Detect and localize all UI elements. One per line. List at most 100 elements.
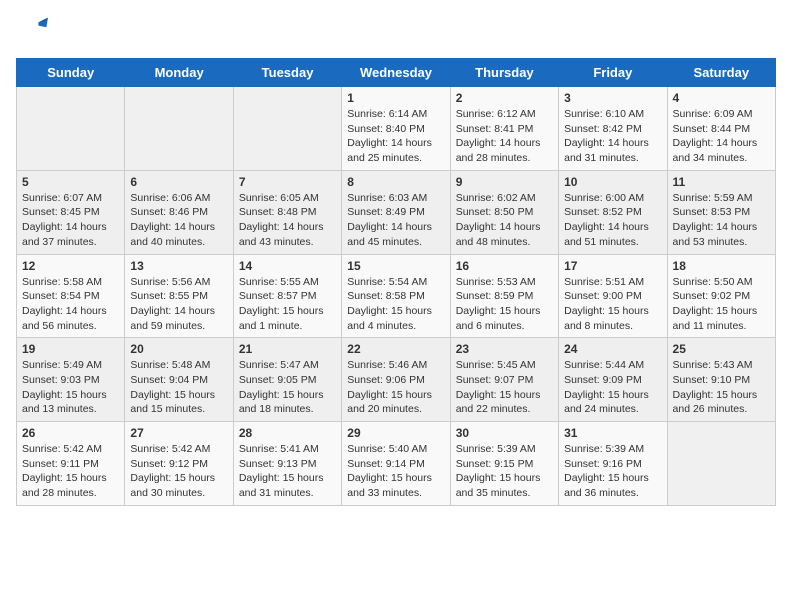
day-number: 23 (456, 342, 553, 356)
day-number: 14 (239, 259, 336, 273)
calendar-cell: 12 Sunrise: 5:58 AMSunset: 8:54 PMDayligh… (17, 254, 125, 338)
day-info: Sunrise: 5:42 AMSunset: 9:12 PMDaylight:… (130, 442, 227, 501)
calendar-week-row: 5 Sunrise: 6:07 AMSunset: 8:45 PMDaylight… (17, 170, 776, 254)
day-number: 24 (564, 342, 661, 356)
calendar-cell: 8Sunrise: 6:03 AMSunset: 8:49 PMDaylight… (342, 170, 450, 254)
day-info: Sunrise: 5:42 AMSunset: 9:11 PMDaylight:… (22, 442, 119, 501)
day-info: Sunrise: 5:39 AMSunset: 9:15 PMDaylight:… (456, 442, 553, 501)
day-info: Sunrise: 5:48 AMSunset: 9:04 PMDaylight:… (130, 358, 227, 417)
day-info: Sunrise: 6:07 AMSunset: 8:45 PMDaylight:… (22, 191, 119, 250)
day-info: Sunrise: 6:06 AMSunset: 8:46 PMDaylight:… (130, 191, 227, 250)
day-number: 22 (347, 342, 444, 356)
day-number: 29 (347, 426, 444, 440)
day-info: Sunrise: 5:44 AMSunset: 9:09 PMDaylight:… (564, 358, 661, 417)
calendar-cell: 29 Sunrise: 5:40 AMSunset: 9:14 PMDayligh… (342, 422, 450, 506)
calendar-cell: 25 Sunrise: 5:43 AMSunset: 9:10 PMDayligh… (667, 338, 775, 422)
calendar-cell: 23 Sunrise: 5:45 AMSunset: 9:07 PMDayligh… (450, 338, 558, 422)
day-info: Sunrise: 5:41 AMSunset: 9:13 PMDaylight:… (239, 442, 336, 501)
calendar-cell: 4 Sunrise: 6:09 AMSunset: 8:44 PMDaylight… (667, 87, 775, 171)
day-info: Sunrise: 5:54 AMSunset: 8:58 PMDaylight:… (347, 275, 444, 334)
calendar-cell: 5 Sunrise: 6:07 AMSunset: 8:45 PMDaylight… (17, 170, 125, 254)
day-number: 21 (239, 342, 336, 356)
day-number: 5 (22, 175, 119, 189)
day-info: Sunrise: 5:40 AMSunset: 9:14 PMDaylight:… (347, 442, 444, 501)
day-info: Sunrise: 6:03 AMSunset: 8:49 PMDaylight:… (347, 191, 444, 250)
calendar-cell: 3 Sunrise: 6:10 AMSunset: 8:42 PMDaylight… (559, 87, 667, 171)
day-number: 26 (22, 426, 119, 440)
day-number: 11 (673, 175, 770, 189)
day-info: Sunrise: 5:46 AMSunset: 9:06 PMDaylight:… (347, 358, 444, 417)
day-info: Sunrise: 6:14 AMSunset: 8:40 PMDaylight:… (347, 107, 444, 166)
day-info: Sunrise: 5:47 AMSunset: 9:05 PMDaylight:… (239, 358, 336, 417)
weekday-header: Sunday (17, 59, 125, 87)
calendar-cell: 20 Sunrise: 5:48 AMSunset: 9:04 PMDayligh… (125, 338, 233, 422)
calendar-cell: 2Sunrise: 6:12 AMSunset: 8:41 PMDaylight… (450, 87, 558, 171)
calendar-week-row: 12 Sunrise: 5:58 AMSunset: 8:54 PMDayligh… (17, 254, 776, 338)
calendar-cell (17, 87, 125, 171)
calendar-cell: 15 Sunrise: 5:54 AMSunset: 8:58 PMDayligh… (342, 254, 450, 338)
calendar-cell: 26 Sunrise: 5:42 AMSunset: 9:11 PMDayligh… (17, 422, 125, 506)
day-info: Sunrise: 5:58 AMSunset: 8:54 PMDaylight:… (22, 275, 119, 334)
calendar-cell: 9 Sunrise: 6:02 AMSunset: 8:50 PMDaylight… (450, 170, 558, 254)
day-number: 20 (130, 342, 227, 356)
day-number: 28 (239, 426, 336, 440)
logo (16, 16, 52, 48)
calendar-cell: 7 Sunrise: 6:05 AMSunset: 8:48 PMDaylight… (233, 170, 341, 254)
day-number: 18 (673, 259, 770, 273)
day-number: 9 (456, 175, 553, 189)
day-number: 12 (22, 259, 119, 273)
day-number: 17 (564, 259, 661, 273)
day-number: 16 (456, 259, 553, 273)
day-number: 13 (130, 259, 227, 273)
calendar-cell: 28 Sunrise: 5:41 AMSunset: 9:13 PMDayligh… (233, 422, 341, 506)
day-number: 10 (564, 175, 661, 189)
calendar-cell: 14Sunrise: 5:55 AMSunset: 8:57 PMDayligh… (233, 254, 341, 338)
day-number: 30 (456, 426, 553, 440)
calendar-week-row: 1Sunrise: 6:14 AMSunset: 8:40 PMDaylight… (17, 87, 776, 171)
day-info: Sunrise: 5:43 AMSunset: 9:10 PMDaylight:… (673, 358, 770, 417)
page-header (16, 16, 776, 48)
calendar-cell: 31Sunrise: 5:39 AMSunset: 9:16 PMDayligh… (559, 422, 667, 506)
logo-icon (16, 16, 48, 48)
day-info: Sunrise: 6:12 AMSunset: 8:41 PMDaylight:… (456, 107, 553, 166)
weekday-header: Monday (125, 59, 233, 87)
calendar-cell: 22 Sunrise: 5:46 AMSunset: 9:06 PMDayligh… (342, 338, 450, 422)
day-info: Sunrise: 6:05 AMSunset: 8:48 PMDaylight:… (239, 191, 336, 250)
calendar-cell: 6Sunrise: 6:06 AMSunset: 8:46 PMDaylight… (125, 170, 233, 254)
day-info: Sunrise: 5:49 AMSunset: 9:03 PMDaylight:… (22, 358, 119, 417)
calendar-cell (233, 87, 341, 171)
calendar-cell (125, 87, 233, 171)
day-info: Sunrise: 5:56 AMSunset: 8:55 PMDaylight:… (130, 275, 227, 334)
day-info: Sunrise: 5:50 AMSunset: 9:02 PMDaylight:… (673, 275, 770, 334)
day-info: Sunrise: 5:51 AMSunset: 9:00 PMDaylight:… (564, 275, 661, 334)
calendar-cell: 16Sunrise: 5:53 AMSunset: 8:59 PMDayligh… (450, 254, 558, 338)
day-number: 3 (564, 91, 661, 105)
day-number: 27 (130, 426, 227, 440)
calendar-week-row: 19Sunrise: 5:49 AMSunset: 9:03 PMDayligh… (17, 338, 776, 422)
day-number: 15 (347, 259, 444, 273)
calendar-cell: 30 Sunrise: 5:39 AMSunset: 9:15 PMDayligh… (450, 422, 558, 506)
calendar-cell: 18 Sunrise: 5:50 AMSunset: 9:02 PMDayligh… (667, 254, 775, 338)
calendar-cell: 10 Sunrise: 6:00 AMSunset: 8:52 PMDayligh… (559, 170, 667, 254)
day-number: 4 (673, 91, 770, 105)
weekday-header: Saturday (667, 59, 775, 87)
calendar-cell: 19Sunrise: 5:49 AMSunset: 9:03 PMDayligh… (17, 338, 125, 422)
day-info: Sunrise: 6:00 AMSunset: 8:52 PMDaylight:… (564, 191, 661, 250)
calendar-cell: 1Sunrise: 6:14 AMSunset: 8:40 PMDaylight… (342, 87, 450, 171)
day-info: Sunrise: 6:10 AMSunset: 8:42 PMDaylight:… (564, 107, 661, 166)
day-info: Sunrise: 5:45 AMSunset: 9:07 PMDaylight:… (456, 358, 553, 417)
day-info: Sunrise: 5:39 AMSunset: 9:16 PMDaylight:… (564, 442, 661, 501)
calendar-cell: 13 Sunrise: 5:56 AMSunset: 8:55 PMDayligh… (125, 254, 233, 338)
weekday-header: Wednesday (342, 59, 450, 87)
calendar-cell: 27 Sunrise: 5:42 AMSunset: 9:12 PMDayligh… (125, 422, 233, 506)
calendar-week-row: 26 Sunrise: 5:42 AMSunset: 9:11 PMDayligh… (17, 422, 776, 506)
calendar-cell (667, 422, 775, 506)
weekday-header: Friday (559, 59, 667, 87)
day-info: Sunrise: 6:09 AMSunset: 8:44 PMDaylight:… (673, 107, 770, 166)
weekday-header: Thursday (450, 59, 558, 87)
day-number: 7 (239, 175, 336, 189)
day-info: Sunrise: 6:02 AMSunset: 8:50 PMDaylight:… (456, 191, 553, 250)
day-number: 25 (673, 342, 770, 356)
weekday-header-row: SundayMondayTuesdayWednesdayThursdayFrid… (17, 59, 776, 87)
calendar-cell: 17 Sunrise: 5:51 AMSunset: 9:00 PMDayligh… (559, 254, 667, 338)
